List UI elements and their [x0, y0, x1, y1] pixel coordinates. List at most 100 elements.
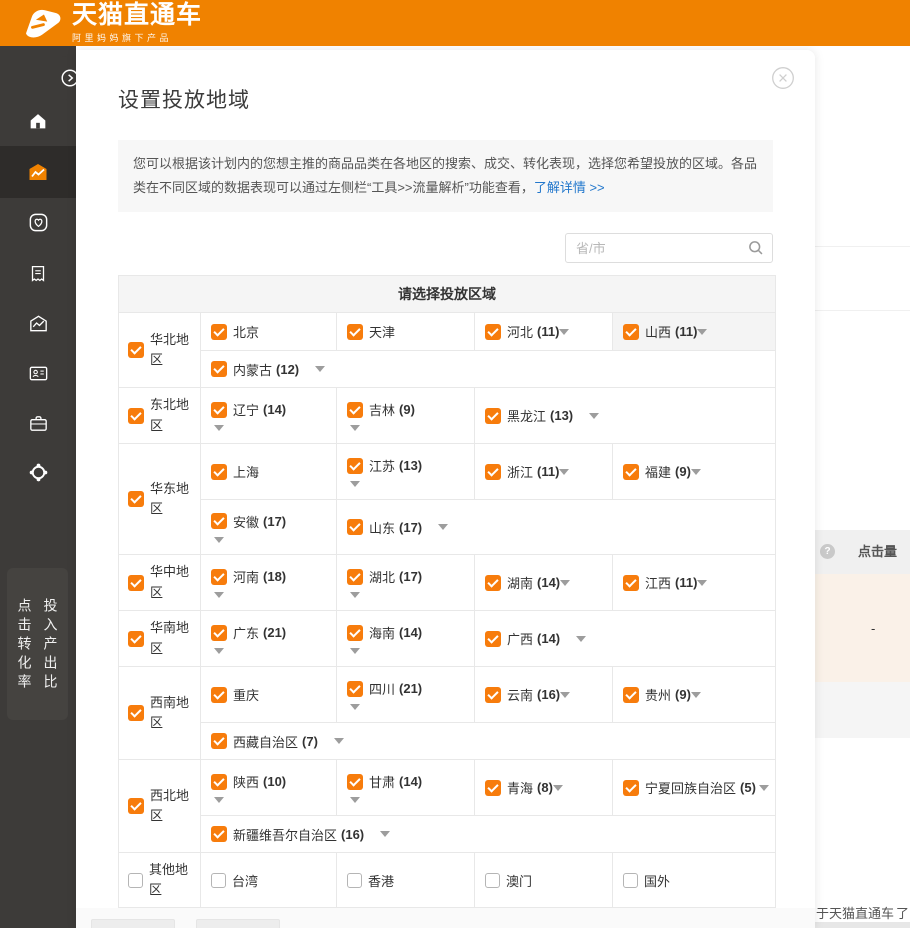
- province-checkbox[interactable]: [485, 631, 501, 647]
- province-checkbox[interactable]: [347, 519, 363, 535]
- province-checkbox[interactable]: [211, 625, 227, 641]
- province-label[interactable]: 陕西: [233, 772, 259, 791]
- sidebar-item-contacts[interactable]: [0, 351, 76, 395]
- province-checkbox[interactable]: [211, 733, 227, 749]
- province-checkbox[interactable]: [347, 569, 363, 585]
- province-label[interactable]: 云南: [507, 685, 533, 704]
- dropdown-arrow-icon[interactable]: [334, 738, 344, 744]
- province-checkbox[interactable]: [211, 402, 227, 418]
- sidebar-item-campaign[interactable]: [0, 146, 76, 198]
- province-label[interactable]: 湖北: [369, 567, 395, 586]
- province-label[interactable]: 甘肃: [369, 772, 395, 791]
- province-checkbox[interactable]: [623, 575, 639, 591]
- province-checkbox[interactable]: [211, 513, 227, 529]
- region-checkbox[interactable]: [128, 408, 144, 424]
- dropdown-arrow-icon[interactable]: [350, 797, 360, 803]
- province-label[interactable]: 江西: [645, 573, 671, 592]
- sidebar-item-helm[interactable]: [0, 450, 76, 494]
- province-label[interactable]: 内蒙古: [233, 360, 272, 379]
- details-link[interactable]: 了解详情 >>: [534, 180, 605, 195]
- province-label[interactable]: 江苏: [369, 456, 395, 475]
- close-icon[interactable]: [771, 66, 795, 90]
- search-input[interactable]: [565, 233, 773, 263]
- region-label[interactable]: 西南地区: [150, 693, 194, 733]
- province-label[interactable]: 吉林: [369, 400, 395, 419]
- region-checkbox[interactable]: [128, 705, 144, 721]
- province-checkbox[interactable]: [485, 873, 500, 888]
- province-label[interactable]: 安徽: [233, 512, 259, 531]
- sidebar-item-mail[interactable]: [0, 301, 76, 345]
- province-checkbox[interactable]: [485, 408, 501, 424]
- province-checkbox[interactable]: [485, 575, 501, 591]
- region-label[interactable]: 华南地区: [150, 618, 194, 658]
- province-label[interactable]: 广西: [507, 629, 533, 648]
- sidebar-item-reports[interactable]: [0, 252, 76, 296]
- region-label[interactable]: 西北地区: [150, 786, 194, 826]
- province-label[interactable]: 上海: [233, 462, 259, 481]
- sidebar-item-tools[interactable]: [0, 401, 76, 445]
- province-label[interactable]: 国外: [644, 871, 670, 890]
- dropdown-arrow-icon[interactable]: [350, 425, 360, 431]
- dropdown-arrow-icon[interactable]: [589, 413, 599, 419]
- region-checkbox[interactable]: [128, 873, 143, 888]
- search-icon[interactable]: [747, 239, 765, 257]
- dropdown-arrow-icon[interactable]: [214, 648, 224, 654]
- province-checkbox[interactable]: [211, 774, 227, 790]
- province-checkbox[interactable]: [211, 324, 227, 340]
- province-checkbox[interactable]: [347, 402, 363, 418]
- region-label[interactable]: 东北地区: [150, 395, 194, 435]
- region-label[interactable]: 华北地区: [150, 330, 194, 370]
- province-checkbox[interactable]: [485, 780, 501, 796]
- province-label[interactable]: 浙江: [507, 462, 533, 481]
- province-label[interactable]: 贵州: [645, 685, 671, 704]
- province-label[interactable]: 重庆: [233, 685, 259, 704]
- province-label[interactable]: 湖南: [507, 573, 533, 592]
- dropdown-arrow-icon[interactable]: [350, 704, 360, 710]
- province-label[interactable]: 河南: [233, 567, 259, 586]
- select-all-button[interactable]: 全部选中: [91, 919, 175, 928]
- province-checkbox[interactable]: [211, 826, 227, 842]
- dropdown-arrow-icon[interactable]: [438, 524, 448, 530]
- province-checkbox[interactable]: [347, 681, 363, 697]
- dropdown-arrow-icon[interactable]: [559, 329, 569, 335]
- logo[interactable]: 天猫直通车 阿里妈妈旗下产品: [22, 3, 202, 44]
- region-label[interactable]: 其他地区: [149, 860, 193, 900]
- dropdown-arrow-icon[interactable]: [380, 831, 390, 837]
- province-label[interactable]: 香港: [368, 871, 394, 890]
- dropdown-arrow-icon[interactable]: [214, 592, 224, 598]
- province-label[interactable]: 福建: [645, 462, 671, 481]
- province-label[interactable]: 山东: [369, 518, 395, 537]
- dropdown-arrow-icon[interactable]: [560, 580, 570, 586]
- province-label[interactable]: 青海: [507, 778, 533, 797]
- province-label[interactable]: 广东: [233, 623, 259, 642]
- province-label[interactable]: 西藏自治区: [233, 732, 298, 751]
- province-label[interactable]: 宁夏回族自治区: [645, 778, 736, 797]
- dropdown-arrow-icon[interactable]: [350, 592, 360, 598]
- dropdown-arrow-icon[interactable]: [697, 329, 707, 335]
- province-checkbox[interactable]: [623, 324, 639, 340]
- province-checkbox[interactable]: [347, 774, 363, 790]
- province-checkbox[interactable]: [211, 687, 227, 703]
- dropdown-arrow-icon[interactable]: [691, 469, 701, 475]
- dropdown-arrow-icon[interactable]: [697, 580, 707, 586]
- province-checkbox[interactable]: [347, 625, 363, 641]
- province-label[interactable]: 北京: [233, 322, 259, 341]
- region-checkbox[interactable]: [128, 342, 144, 358]
- dropdown-arrow-icon[interactable]: [560, 692, 570, 698]
- deselect-all-button[interactable]: 全部取消: [196, 919, 280, 928]
- region-checkbox[interactable]: [128, 575, 144, 591]
- region-checkbox[interactable]: [128, 798, 144, 814]
- help-icon[interactable]: ?: [820, 544, 835, 559]
- dropdown-arrow-icon[interactable]: [350, 648, 360, 654]
- province-checkbox[interactable]: [347, 458, 363, 474]
- region-label[interactable]: 华中地区: [150, 562, 194, 602]
- province-label[interactable]: 台湾: [232, 871, 258, 890]
- dropdown-arrow-icon[interactable]: [214, 797, 224, 803]
- region-checkbox[interactable]: [128, 491, 144, 507]
- dropdown-arrow-icon[interactable]: [315, 366, 325, 372]
- sidebar-item-home[interactable]: [0, 99, 76, 143]
- province-label[interactable]: 新疆维吾尔自治区: [233, 825, 337, 844]
- province-label[interactable]: 天津: [369, 322, 395, 341]
- province-checkbox[interactable]: [347, 324, 363, 340]
- dropdown-arrow-icon[interactable]: [553, 785, 563, 791]
